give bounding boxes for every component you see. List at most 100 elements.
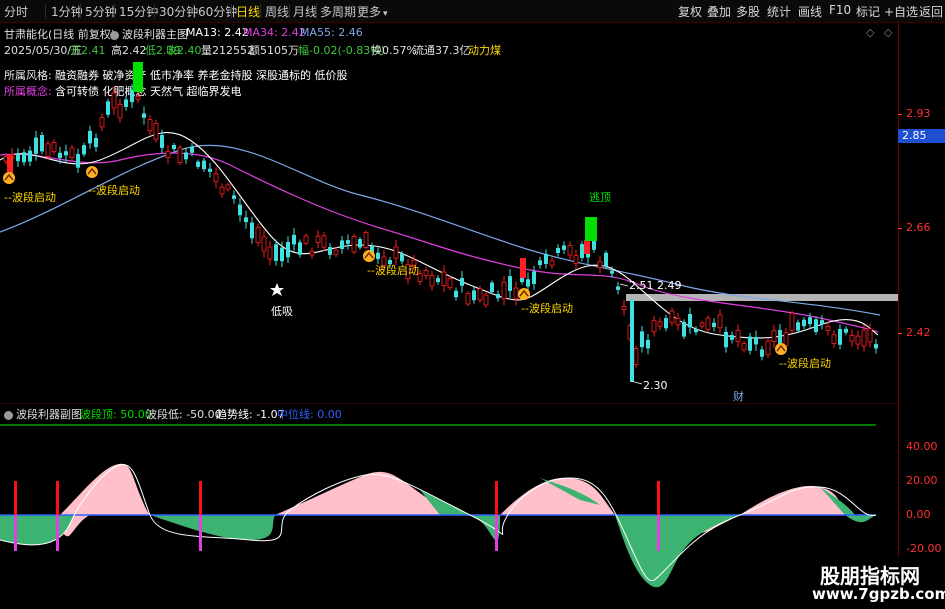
candle-body: [765, 340, 771, 356]
divider: [289, 4, 290, 18]
candle-body: [400, 253, 404, 262]
osc-axis-label: -20.00: [906, 542, 942, 555]
f10-button[interactable]: F10: [829, 3, 851, 17]
tab-weekly[interactable]: 周线: [265, 3, 289, 20]
candle-body: [117, 103, 123, 119]
tab-daily[interactable]: 日线: [236, 3, 260, 20]
candle-body: [861, 329, 867, 347]
candle-body: [358, 239, 362, 248]
add-watchlist-button[interactable]: +自选: [884, 3, 918, 20]
price-axis-label: 2.42: [906, 326, 931, 339]
tab-more[interactable]: 更多 ▾: [357, 3, 388, 20]
escape-top-block: [585, 217, 597, 241]
candle-body: [280, 247, 284, 262]
price-axis: [898, 22, 945, 404]
candle-body: [441, 271, 447, 286]
candle-body: [454, 290, 458, 298]
candle-body: [351, 236, 357, 253]
candle-body: [184, 152, 188, 160]
candle-body: [142, 113, 146, 118]
candle-body: [436, 277, 440, 283]
candle-body: [610, 270, 614, 274]
divider: [80, 4, 81, 18]
candle-body: [346, 240, 350, 244]
start-marker-1: [3, 172, 15, 184]
candle-body: [135, 95, 141, 100]
candle-body: [423, 270, 429, 276]
price-chart[interactable]: [0, 22, 898, 404]
candle-body: [472, 290, 476, 301]
candle-body: [669, 310, 675, 324]
candle-body: [460, 277, 464, 286]
current-price-value: 2.85: [902, 129, 927, 142]
candle-body: [735, 330, 741, 343]
candle-body: [490, 282, 494, 292]
candle-body: [496, 294, 500, 299]
watermark-url: www.7gpzb.com: [812, 585, 945, 603]
tab-15min[interactable]: 15分钟: [119, 3, 158, 20]
candle-body: [328, 247, 332, 255]
candle-body: [567, 245, 573, 256]
candle-body: [717, 314, 723, 329]
candle-body: [508, 276, 512, 291]
candle-body: [621, 305, 627, 310]
adjust-button[interactable]: 复权: [678, 3, 702, 20]
candle-body: [88, 130, 92, 144]
escape-top-block: [133, 62, 143, 92]
candle-body: [562, 245, 566, 250]
candle-body: [22, 152, 26, 163]
candle-body: [58, 152, 62, 158]
candle-body: [465, 292, 471, 305]
tab-intraday[interactable]: 分时: [4, 3, 28, 20]
candle-body: [267, 246, 273, 260]
tab-monthly[interactable]: 月线: [293, 3, 317, 20]
overlay-button[interactable]: 叠加: [707, 3, 731, 20]
wave-start-label: --波段启动: [88, 184, 140, 197]
statistics-button[interactable]: 统计: [767, 3, 791, 20]
back-button[interactable]: 返回: [919, 3, 943, 20]
tab-1min[interactable]: 1分钟: [51, 3, 83, 20]
signal-candle: [584, 240, 590, 254]
ma34-line: [0, 152, 879, 333]
price-axis-label: 2.93: [906, 107, 931, 120]
candle-body: [255, 226, 261, 244]
candle-body: [76, 154, 80, 168]
period-toolbar: 分时 1分钟 5分钟 15分钟 30分钟 60分钟 日线 周线 月线 多周期 更…: [0, 0, 945, 23]
oscillator-chart[interactable]: [0, 404, 898, 609]
candle-body: [45, 143, 51, 157]
candle-body: [309, 251, 315, 256]
mark-button[interactable]: 标记: [856, 3, 880, 20]
candle-body: [771, 330, 777, 343]
candle-body: [160, 134, 164, 148]
candle-body: [51, 142, 57, 153]
candle-body: [544, 254, 548, 264]
candle-body: [730, 335, 734, 340]
candle-body: [238, 204, 242, 216]
start-marker-3: [363, 250, 375, 262]
wave-start-label: --波段启动: [779, 357, 831, 370]
multi-stock-button[interactable]: 多股: [736, 3, 760, 20]
candle-body: [597, 261, 603, 268]
candle-body: [705, 317, 711, 331]
candle-body: [213, 173, 219, 183]
candle-body: [675, 318, 681, 326]
wave-start-label: --波段启动: [367, 264, 419, 277]
candle-body: [789, 312, 795, 331]
candle-body: [219, 186, 225, 195]
candle-body: [106, 101, 110, 115]
wealth-label: 财: [733, 390, 744, 403]
tab-multi-period[interactable]: 多周期: [320, 3, 356, 20]
osc-axis-label: 40.00: [906, 440, 938, 453]
candle-body: [298, 242, 302, 255]
candle-body: [393, 246, 399, 259]
candle-body: [640, 331, 644, 348]
draw-line-button[interactable]: 画线: [798, 3, 822, 20]
candle-body: [69, 147, 75, 158]
divider: [352, 4, 353, 18]
tab-5min[interactable]: 5分钟: [85, 3, 117, 20]
price-tag-251: 2.51: [629, 279, 654, 292]
candle-body: [94, 137, 98, 148]
divider: [316, 4, 317, 18]
candle-body: [549, 260, 555, 266]
candle-body: [532, 271, 536, 284]
